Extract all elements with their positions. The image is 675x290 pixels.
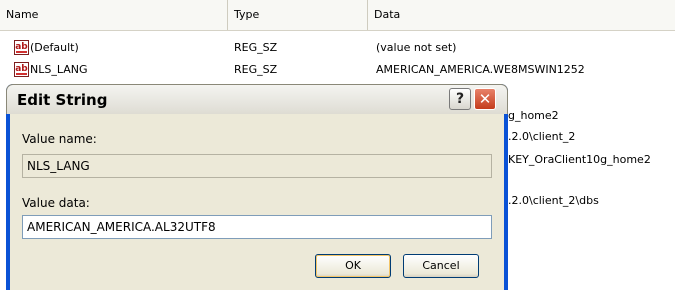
value-data-fragment: .2.0\client_2\dbs <box>508 194 599 207</box>
column-header-type[interactable]: Type <box>228 0 368 30</box>
column-header-data[interactable]: Data <box>368 0 675 30</box>
value-type: REG_SZ <box>234 41 278 54</box>
value-name-field: NLS_LANG <box>22 154 492 178</box>
value-data-fragment: g_home2 <box>508 109 559 122</box>
value-data: AMERICAN_AMERICA.WE8MSWIN1252 <box>376 63 585 76</box>
edit-string-dialog: Edit String ? ✕ Value name: NLS_LANG Val… <box>6 84 508 290</box>
ok-button[interactable]: OK <box>315 254 391 278</box>
list-header: Name Type Data <box>0 0 675 31</box>
value-data-input[interactable] <box>22 215 492 239</box>
dialog-title: Edit String <box>17 91 108 109</box>
value-type: REG_SZ <box>234 63 278 76</box>
close-button[interactable]: ✕ <box>474 88 496 110</box>
value-name-label: Value name: <box>22 132 97 146</box>
cancel-button[interactable]: Cancel <box>403 254 479 278</box>
string-value-icon: ab <box>14 62 29 77</box>
dialog-titlebar[interactable]: Edit String ? ✕ <box>6 84 508 114</box>
value-data-fragment: KEY_OraClient10g_home2 <box>508 153 651 166</box>
registry-value-row[interactable]: ab NLS_LANG REG_SZ AMERICAN_AMERICA.WE8M… <box>0 59 675 81</box>
column-header-name[interactable]: Name <box>0 0 228 30</box>
value-data-label: Value data: <box>22 196 90 210</box>
help-icon: ? <box>455 91 465 107</box>
registry-value-row[interactable]: ab (Default) REG_SZ (value not set) <box>0 37 675 59</box>
dialog-body: Value name: NLS_LANG Value data: OK Canc… <box>10 114 504 290</box>
close-icon: ✕ <box>478 90 492 108</box>
value-data-fragment: .2.0\client_2 <box>508 130 576 143</box>
value-data: (value not set) <box>376 41 457 54</box>
string-value-icon: ab <box>14 40 29 55</box>
value-name: NLS_LANG <box>30 63 88 76</box>
value-name: (Default) <box>30 41 79 54</box>
help-button[interactable]: ? <box>449 88 471 110</box>
